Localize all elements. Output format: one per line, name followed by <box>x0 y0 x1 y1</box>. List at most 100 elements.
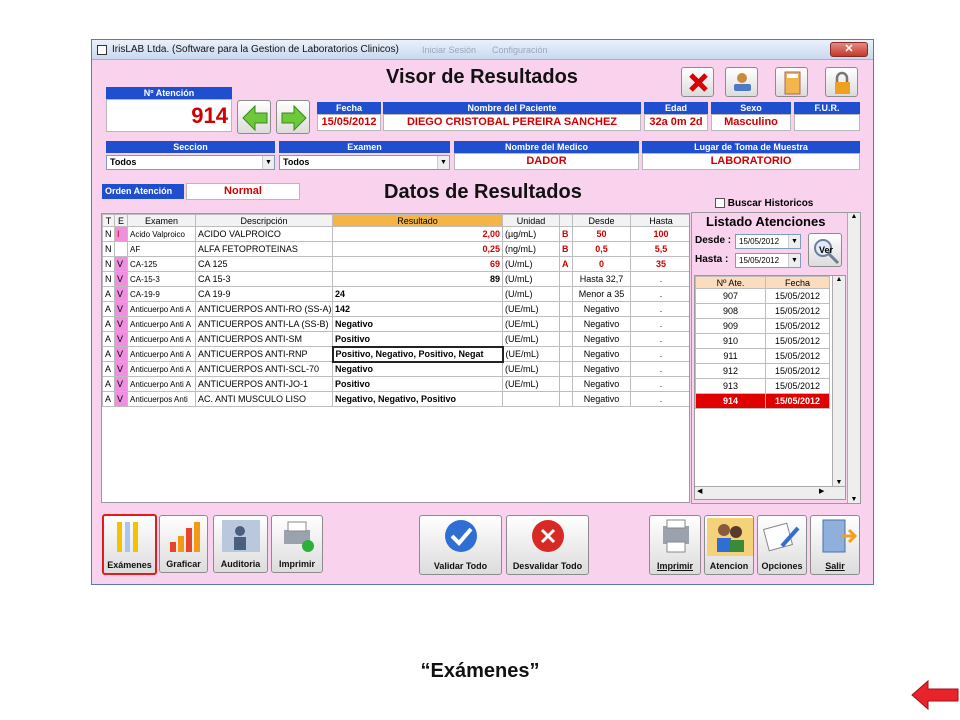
scroll-up-icon[interactable]: ▲ <box>833 276 845 283</box>
table-cell[interactable]: V <box>114 346 128 362</box>
table-cell[interactable]: I <box>114 226 128 242</box>
lock-button[interactable] <box>825 67 858 97</box>
table-cell[interactable] <box>559 346 573 362</box>
table-row[interactable]: N V CA-15-3 CA 15-3 89 (U/mL) Hasta 32,7. <box>102 271 689 287</box>
table-cell[interactable]: . <box>630 286 689 302</box>
table-cell[interactable]: . <box>630 301 689 317</box>
column-header[interactable]: Nº Ate. <box>695 276 766 289</box>
table-cell[interactable]: 0 <box>572 256 631 272</box>
table-cell[interactable]: (µg/mL) <box>502 226 560 242</box>
list-item[interactable]: 910 15/05/2012 <box>695 333 830 349</box>
table-row[interactable]: N AF ALFA FETOPROTEINAS 0,25 (ng/mL) B 0,5 5,5 <box>102 241 689 257</box>
table-cell[interactable]: 5,5 <box>630 241 689 257</box>
menu-configuracion[interactable]: Configuración <box>492 40 548 60</box>
table-cell[interactable]: V <box>114 331 128 347</box>
listado-hscrollbar[interactable]: ◀ ▶ <box>695 486 845 499</box>
salir-button[interactable]: Salir <box>810 515 860 575</box>
table-cell[interactable]: (UE/mL) <box>502 346 560 362</box>
table-cell[interactable]: V <box>114 361 128 377</box>
list-cell[interactable]: 15/05/2012 <box>765 318 830 334</box>
table-cell[interactable]: (UE/mL) <box>502 331 560 347</box>
table-cell[interactable]: 35 <box>630 256 689 272</box>
table-cell[interactable]: Negativo <box>332 361 503 377</box>
table-cell[interactable]: CA-125 <box>127 256 196 272</box>
table-cell[interactable]: Anticuerpo Anti A <box>127 316 196 332</box>
column-header[interactable]: T <box>102 214 115 227</box>
table-cell[interactable]: . <box>630 271 689 287</box>
table-cell[interactable]: . <box>630 331 689 347</box>
table-cell[interactable]: A <box>559 256 573 272</box>
table-cell[interactable]: CA-15-3 <box>127 271 196 287</box>
table-cell[interactable]: ANTICUERPOS ANTI-RO (SS-A) <box>195 301 333 317</box>
column-header[interactable]: Descripción <box>195 214 333 227</box>
scroll-up-icon[interactable]: ▲ <box>848 213 860 220</box>
list-cell[interactable]: 15/05/2012 <box>765 393 830 409</box>
column-header[interactable]: Resultado <box>332 214 503 227</box>
table-cell[interactable] <box>114 241 128 257</box>
table-row[interactable]: N I Acido Valproico ACIDO VALPROICO 2,00 (µg/… <box>102 226 689 242</box>
table-cell[interactable]: B <box>559 241 573 257</box>
table-cell[interactable]: V <box>114 376 128 392</box>
table-cell[interactable]: 142 <box>332 301 503 317</box>
delete-button[interactable] <box>681 67 714 97</box>
table-cell[interactable] <box>559 271 573 287</box>
list-cell[interactable]: 15/05/2012 <box>765 348 830 364</box>
table-cell[interactable]: ANTICUERPOS ANTI-JO-1 <box>195 376 333 392</box>
menu-iniciar-sesion[interactable]: Iniciar Sesión <box>422 40 476 60</box>
table-cell[interactable]: N <box>102 241 115 257</box>
table-cell[interactable]: Positivo <box>332 331 503 347</box>
table-row[interactable]: A V Anticuerpo Anti A ANTICUERPOS ANTI-LA (… <box>102 316 689 332</box>
table-cell[interactable]: CA 19-9 <box>195 286 333 302</box>
table-cell[interactable]: N <box>102 271 115 287</box>
table-cell[interactable]: AF <box>127 241 196 257</box>
user-stamp-button[interactable] <box>725 67 758 97</box>
table-cell[interactable] <box>559 331 573 347</box>
examen-select[interactable]: Todos ▼ <box>279 155 450 170</box>
table-cell[interactable]: A <box>102 331 115 347</box>
table-cell[interactable]: CA 15-3 <box>195 271 333 287</box>
list-cell[interactable]: 911 <box>695 348 766 364</box>
table-cell[interactable]: V <box>114 256 128 272</box>
back-arrow-icon[interactable] <box>910 677 960 713</box>
scroll-left-icon[interactable]: ◀ <box>697 487 702 495</box>
table-cell[interactable]: CA-19-9 <box>127 286 196 302</box>
table-cell[interactable]: . <box>630 391 689 407</box>
table-cell[interactable] <box>559 391 573 407</box>
table-cell[interactable]: Anticuerpo Anti A <box>127 376 196 392</box>
table-cell[interactable]: (U/mL) <box>502 256 560 272</box>
table-cell[interactable] <box>559 301 573 317</box>
imprimir-button[interactable]: Imprimir <box>271 515 323 573</box>
table-cell[interactable]: 2,00 <box>332 226 503 242</box>
table-cell[interactable]: ANTICUERPOS ANTI-LA (SS-B) <box>195 316 333 332</box>
list-cell[interactable]: 15/05/2012 <box>765 288 830 304</box>
list-cell[interactable]: 908 <box>695 303 766 319</box>
table-cell[interactable]: (U/mL) <box>502 286 560 302</box>
table-cell[interactable]: ALFA FETOPROTEINAS <box>195 241 333 257</box>
list-item[interactable]: 913 15/05/2012 <box>695 378 830 394</box>
table-cell[interactable]: Anticuerpo Anti A <box>127 301 196 317</box>
table-cell[interactable]: Negativo, Negativo, Positivo <box>332 391 503 407</box>
table-cell[interactable]: A <box>102 346 115 362</box>
table-cell[interactable] <box>559 376 573 392</box>
ver-button[interactable]: Ver <box>808 233 842 267</box>
table-cell[interactable]: . <box>630 346 689 362</box>
hasta-date-picker[interactable]: 15/05/2012 ▼ <box>735 253 801 268</box>
table-cell[interactable]: 0,25 <box>332 241 503 257</box>
list-cell[interactable]: 15/05/2012 <box>765 303 830 319</box>
table-cell[interactable]: (ng/mL) <box>502 241 560 257</box>
seccion-select[interactable]: Todos ▼ <box>106 155 275 170</box>
table-row[interactable]: A V Anticuerpo Anti A ANTICUERPOS ANTI-RNP P… <box>102 345 689 363</box>
table-cell[interactable]: ACIDO VALPROICO <box>195 226 333 242</box>
table-cell[interactable]: 0,5 <box>572 241 631 257</box>
table-cell[interactable]: 24 <box>332 286 503 302</box>
table-row[interactable]: A V Anticuerpos Anti AC. ANTI MUSCULO LISO N… <box>102 391 689 407</box>
list-item[interactable]: 907 15/05/2012 <box>695 288 830 304</box>
table-cell[interactable]: Negativo <box>572 331 631 347</box>
table-cell[interactable]: V <box>114 316 128 332</box>
examenes-button[interactable]: Exámenes <box>102 514 157 575</box>
list-item[interactable]: 911 15/05/2012 <box>695 348 830 364</box>
table-row[interactable]: A V Anticuerpo Anti A ANTICUERPOS ANTI-SCL-… <box>102 361 689 377</box>
table-row[interactable]: N V CA-125 CA 125 69 (U/mL) A 0 35 <box>102 256 689 272</box>
list-item[interactable]: 908 15/05/2012 <box>695 303 830 319</box>
close-button[interactable]: ✕ <box>830 42 868 57</box>
